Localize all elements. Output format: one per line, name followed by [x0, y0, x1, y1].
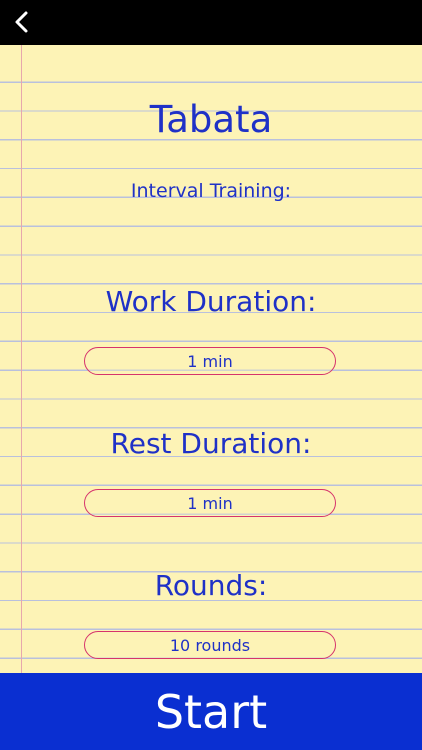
rest-duration-value: 1 min	[187, 493, 233, 513]
rest-duration-label: Rest Duration:	[110, 427, 312, 460]
start-button-label: Start	[154, 684, 268, 739]
rounds-value: 10 rounds	[169, 635, 251, 655]
work-duration-label: Work Duration:	[105, 285, 317, 318]
notebook-paper-background: Tabata Interval Training: Work Duration:…	[0, 45, 422, 673]
page-subtitle: Interval Training:	[130, 180, 292, 202]
rounds-field[interactable]: 10 rounds	[84, 631, 336, 659]
back-button[interactable]	[6, 6, 38, 38]
top-navigation-bar	[0, 0, 422, 45]
rounds-label: Rounds:	[154, 569, 268, 602]
start-button[interactable]: Start	[0, 673, 422, 750]
rest-duration-field[interactable]: 1 min	[84, 489, 336, 517]
work-duration-value: 1 min	[187, 351, 233, 371]
work-duration-field[interactable]: 1 min	[84, 347, 336, 375]
page-title: Tabata	[149, 98, 273, 141]
chevron-left-icon	[15, 11, 28, 33]
